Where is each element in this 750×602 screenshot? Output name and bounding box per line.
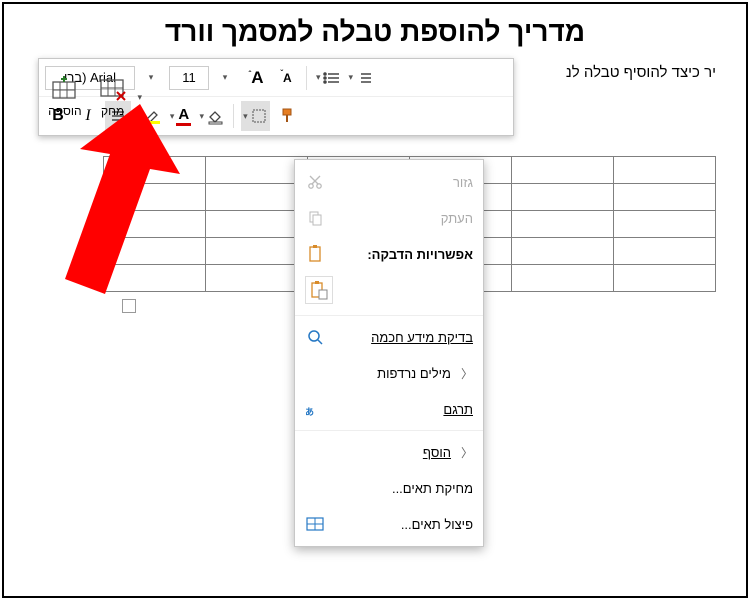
menu-copy: העתק — [295, 200, 483, 236]
insert-table-button[interactable]: הוספה — [42, 63, 88, 131]
chevron-left-icon: 〈 — [461, 365, 473, 382]
menu-cut: גזור — [295, 164, 483, 200]
font-size-dropdown[interactable]: ▾ — [213, 63, 239, 93]
scissors-icon — [305, 172, 325, 192]
delete-table-button[interactable]: מחק — [90, 63, 136, 131]
document-title: מדריך להוספת טבלה למסמך וורד — [4, 16, 746, 48]
blank-icon — [305, 478, 325, 498]
insert-label: הוספה — [48, 104, 81, 118]
svg-text:あ: あ — [306, 407, 314, 417]
menu-split-cells[interactable]: פיצול תאים... — [295, 506, 483, 542]
delete-label: מחק — [101, 104, 124, 118]
menu-insert[interactable]: הוסף 〈 — [295, 434, 483, 470]
split-cells-icon — [305, 514, 325, 534]
menu-delete-cells[interactable]: מחיקת תאים... — [295, 470, 483, 506]
numbering-button[interactable]: 123 ▾ — [347, 63, 376, 93]
bullets-button[interactable]: ▾ — [314, 63, 343, 93]
delete-table-icon — [99, 76, 127, 102]
shading-button[interactable]: ▾ — [198, 101, 227, 131]
font-color-button[interactable]: A ▾ — [168, 101, 194, 131]
context-menu: גזור העתק אפשרויות הדבקה: בדיקת מידע חכמ… — [294, 159, 484, 547]
grow-font-button[interactable]: Aˆ — [243, 63, 269, 93]
menu-smart-lookup[interactable]: בדיקת מידע חכמה — [295, 319, 483, 355]
blank-icon — [305, 363, 325, 383]
paste-option-1[interactable] — [305, 276, 333, 304]
search-icon — [305, 327, 325, 347]
format-painter-button[interactable] — [274, 101, 300, 131]
menu-synonyms[interactable]: מילים נרדפות 〈 — [295, 355, 483, 391]
copy-icon — [305, 208, 325, 228]
menu-paste-options-header: אפשרויות הדבקה: — [295, 236, 483, 272]
insert-table-icon — [51, 76, 79, 102]
font-size-input[interactable]: 11 — [169, 66, 209, 90]
stack-dropdown[interactable]: ▾ — [137, 92, 142, 103]
clipboard-icon — [305, 244, 325, 264]
chevron-left-icon: 〈 — [461, 444, 473, 461]
translate-icon: aあ — [305, 399, 325, 419]
menu-translate[interactable]: aあ תרגם — [295, 391, 483, 427]
borders-button[interactable]: ▾ — [241, 101, 270, 131]
table-resize-handle[interactable] — [122, 299, 136, 313]
shrink-font-button[interactable]: Aˇ — [273, 63, 299, 93]
blank-icon — [305, 442, 325, 462]
